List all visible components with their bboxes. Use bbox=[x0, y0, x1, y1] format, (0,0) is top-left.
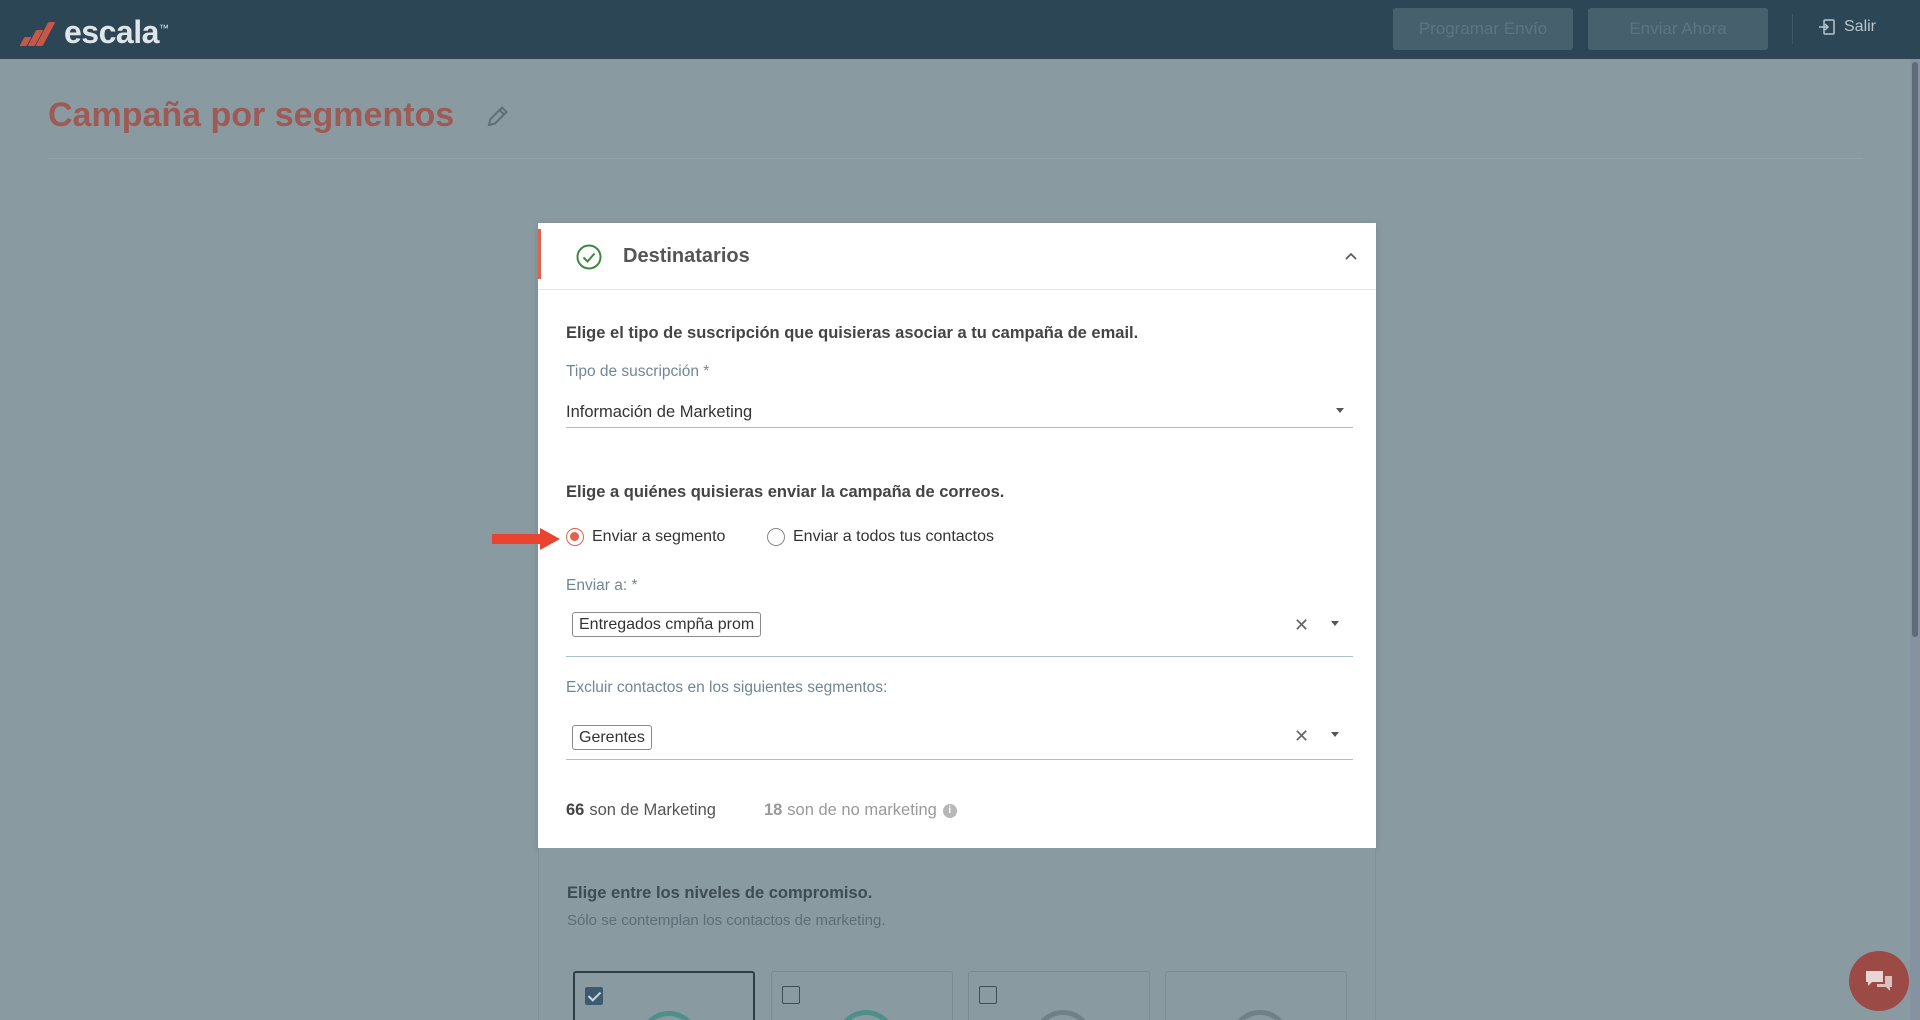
engagement-level-2[interactable] bbox=[771, 971, 953, 1020]
page-title: Campaña por segmentos bbox=[48, 96, 455, 134]
logout-label: Salir bbox=[1844, 18, 1877, 35]
schedule-send-button[interactable]: Programar Envío bbox=[1393, 8, 1573, 50]
header-divider bbox=[1792, 14, 1793, 44]
page-scrollbar-thumb[interactable] bbox=[1912, 62, 1918, 637]
send-to-label: Enviar a: * bbox=[566, 577, 638, 594]
subscription-select-underline bbox=[566, 427, 1353, 428]
engagement-gauge bbox=[1230, 1010, 1290, 1020]
logo-bars-icon bbox=[18, 18, 58, 48]
engagement-level-1[interactable] bbox=[573, 971, 755, 1020]
subscription-type-label: Tipo de suscripción * bbox=[566, 363, 710, 380]
engagement-level-checkbox[interactable] bbox=[782, 986, 800, 1004]
chevron-down-icon[interactable] bbox=[1336, 408, 1344, 413]
logo-text: escala™ bbox=[64, 14, 169, 50]
engagement-gauge bbox=[836, 1010, 896, 1020]
card-title: Destinatarios bbox=[623, 245, 750, 267]
chevron-up-icon[interactable] bbox=[1344, 251, 1358, 261]
subscription-type-select[interactable]: Información de Marketing bbox=[566, 403, 752, 422]
check-circle-icon bbox=[576, 244, 602, 270]
radio-send-to-segment-label: Enviar a segmento bbox=[592, 528, 726, 545]
arrow-annotation-icon bbox=[492, 528, 560, 550]
chevron-down-icon[interactable] bbox=[1331, 621, 1339, 626]
exclude-segments-label: Excluir contactos en los siguientes segm… bbox=[566, 679, 888, 696]
title-divider bbox=[48, 158, 1863, 159]
logout-icon bbox=[1819, 19, 1835, 35]
engagement-level-checkbox[interactable] bbox=[979, 986, 997, 1004]
engagement-level-4[interactable] bbox=[1165, 971, 1347, 1020]
non-marketing-text: son de no marketing bbox=[787, 801, 937, 819]
recipients-card-header[interactable]: Destinatarios bbox=[538, 223, 1376, 290]
engagement-gauge bbox=[639, 1011, 699, 1020]
recipients-card: Destinatarios Elige el tipo de suscripci… bbox=[538, 223, 1376, 848]
non-marketing-count: 18 bbox=[763, 801, 783, 819]
active-section-accent bbox=[538, 229, 541, 279]
engagement-question: Elige entre los niveles de compromiso. bbox=[567, 884, 873, 902]
radio-send-to-segment[interactable]: Enviar a segmento bbox=[566, 528, 725, 546]
clear-send-to-icon[interactable]: ✕ bbox=[1294, 616, 1309, 634]
send-to-segment-chip[interactable]: Entregados cmpña prom bbox=[572, 612, 762, 637]
chat-icon bbox=[1866, 971, 1892, 991]
chat-button[interactable] bbox=[1849, 951, 1909, 1011]
marketing-count: 66 bbox=[566, 801, 585, 819]
recipients-question: Elige a quiénes quisieras enviar la camp… bbox=[566, 483, 1005, 501]
radio-button-icon[interactable] bbox=[767, 528, 785, 546]
page-title-row: Campaña por segmentos bbox=[48, 96, 512, 135]
engagement-level-3[interactable] bbox=[968, 971, 1150, 1020]
send-now-button[interactable]: Enviar Ahora bbox=[1588, 8, 1768, 50]
exclude-select-underline bbox=[566, 759, 1353, 760]
marketing-text: son de Marketing bbox=[589, 801, 716, 819]
clear-exclude-icon[interactable]: ✕ bbox=[1294, 727, 1309, 745]
radio-button-icon[interactable] bbox=[566, 528, 584, 546]
engagement-note: Sólo se contemplan los contactos de mark… bbox=[567, 912, 886, 929]
chevron-down-icon[interactable] bbox=[1331, 732, 1339, 737]
logout-button[interactable]: Salir bbox=[1818, 18, 1876, 36]
info-icon[interactable]: i bbox=[942, 803, 957, 818]
contact-stats: 66 son de Marketing 18 son de no marketi… bbox=[566, 801, 957, 820]
top-navigation-bar: escala™ Programar Envío Enviar Ahora Sal… bbox=[0, 0, 1920, 59]
engagement-section: Elige entre los niveles de compromiso. S… bbox=[538, 848, 1376, 1020]
engagement-gauge bbox=[1033, 1010, 1093, 1020]
pencil-icon[interactable] bbox=[484, 102, 512, 130]
engagement-level-checkbox[interactable] bbox=[585, 987, 603, 1005]
escala-logo[interactable]: escala™ bbox=[18, 14, 169, 51]
radio-send-to-all[interactable]: Enviar a todos tus contactos bbox=[767, 528, 994, 546]
subscription-question: Elige el tipo de suscripción que quisier… bbox=[566, 324, 1139, 342]
exclude-segment-chip[interactable]: Gerentes bbox=[572, 725, 652, 750]
send-to-select-underline bbox=[566, 656, 1353, 657]
radio-send-to-all-label: Enviar a todos tus contactos bbox=[793, 528, 994, 545]
